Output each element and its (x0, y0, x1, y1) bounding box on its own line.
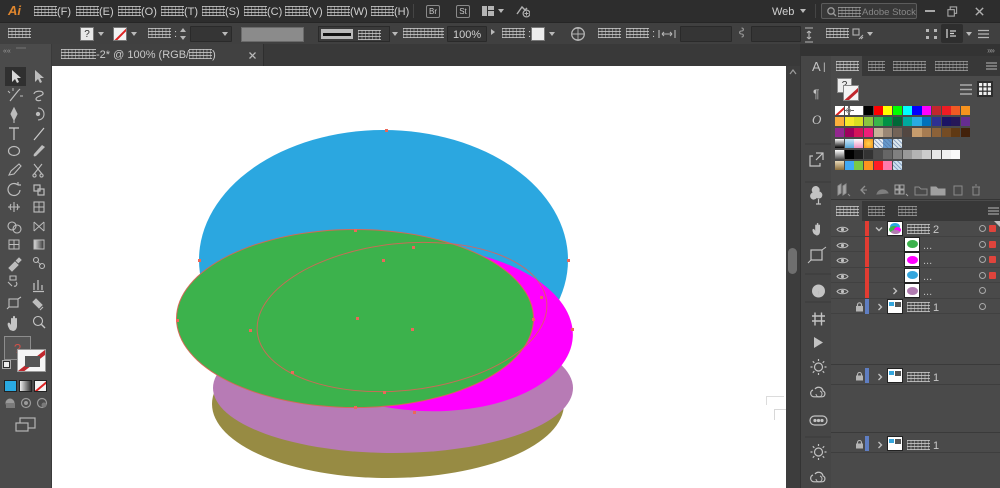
svg-text:¶: ¶ (813, 87, 819, 101)
svg-text:O: O (812, 112, 822, 127)
svg-text:A: A (812, 59, 821, 74)
svg-text:|: | (823, 62, 826, 73)
